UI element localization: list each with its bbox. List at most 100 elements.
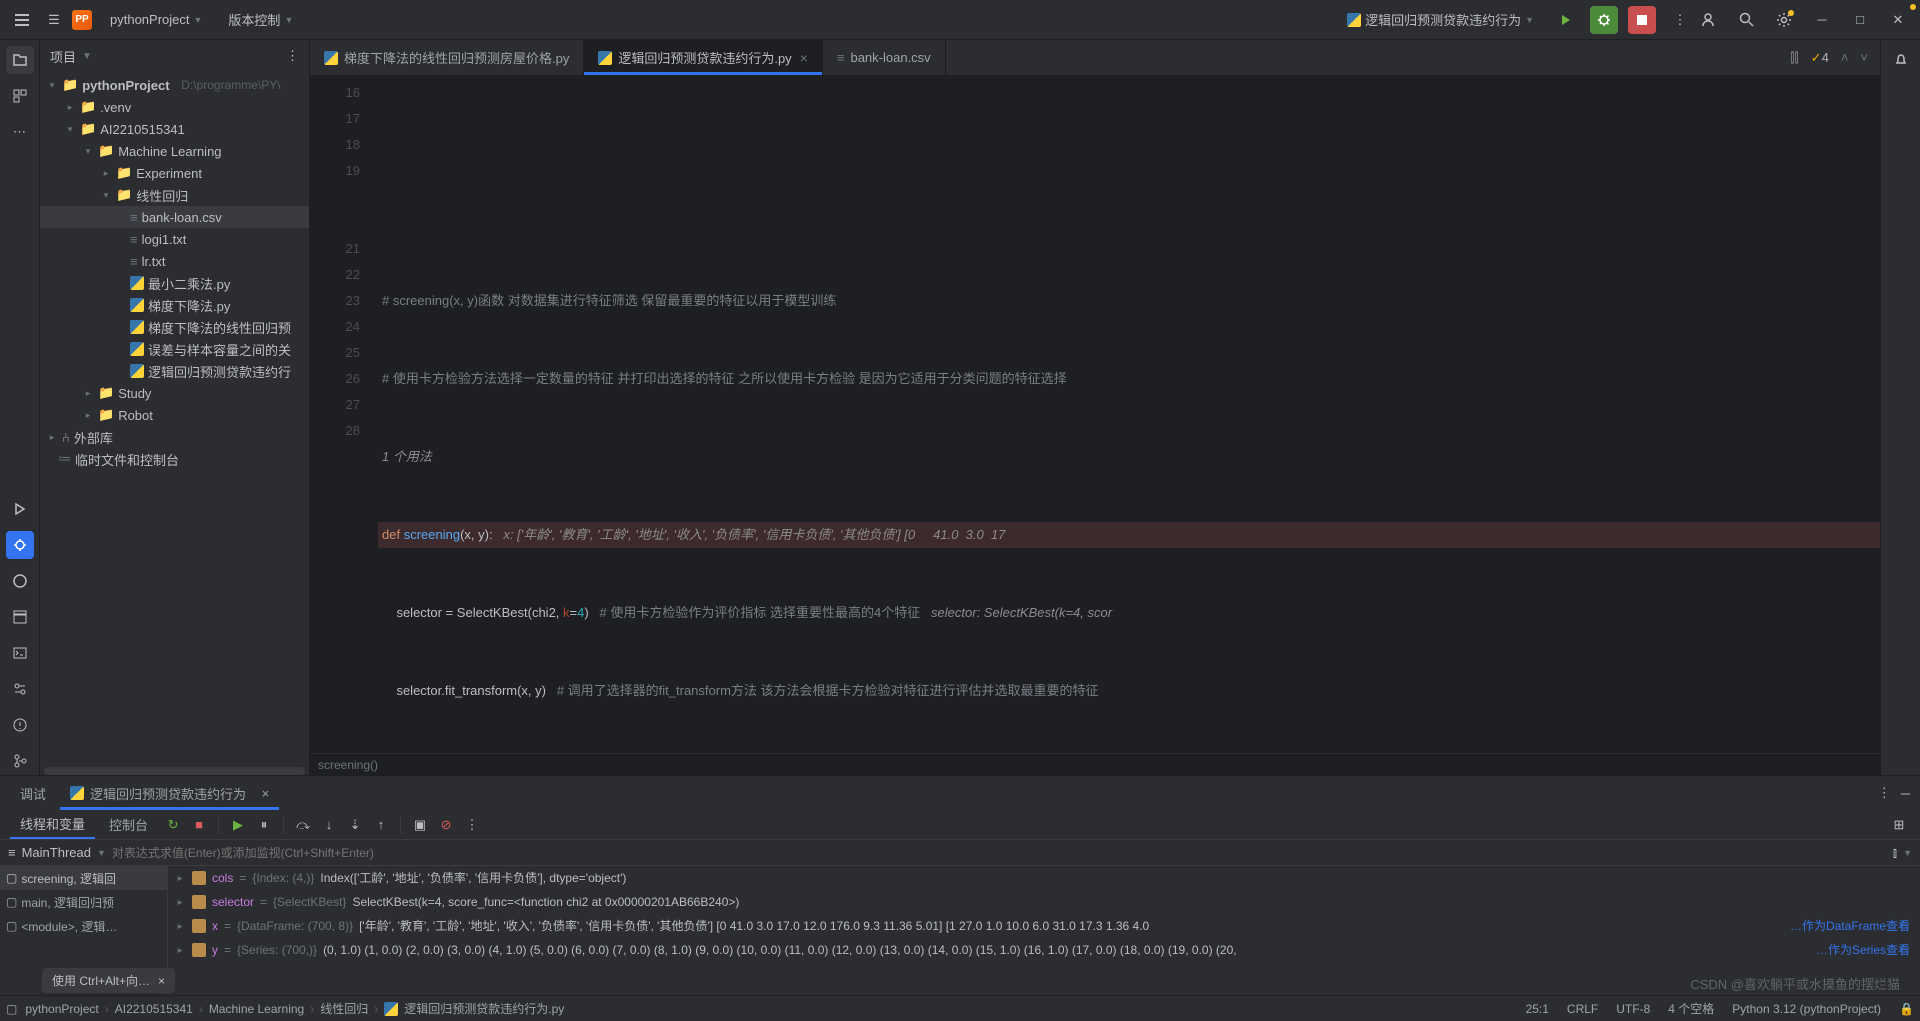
project-selector[interactable]: pythonProject▼ (102, 8, 210, 31)
packages-tool-icon[interactable] (6, 603, 34, 631)
rerun-icon[interactable]: ↻ (162, 814, 184, 836)
tree-venv[interactable]: ▸📁.venv (40, 96, 309, 118)
var-x[interactable]: ▸x = {DataFrame: (700, 8)} ['年龄', '教育', … (168, 914, 1920, 938)
more-icon[interactable]: ⋮ (1878, 785, 1891, 801)
breadcrumb[interactable]: pythonProject› AI2210515341› Machine Lea… (25, 1000, 564, 1017)
lock-icon[interactable]: 🔒 (1899, 1002, 1914, 1016)
tree-ml[interactable]: ▾📁Machine Learning (40, 140, 309, 162)
encoding[interactable]: UTF-8 (1616, 1002, 1650, 1016)
line-sep[interactable]: CRLF (1567, 1002, 1598, 1016)
gutter[interactable]: 16 17 18 19 21 22 23 24 25 26 27 28 (310, 76, 378, 753)
project-tool-icon[interactable] (6, 46, 34, 74)
tree-linreg[interactable]: ▾📁线性回归 (40, 184, 309, 206)
status-chip-icon[interactable]: ▢ (6, 1002, 17, 1016)
run-button[interactable] (1552, 6, 1580, 34)
interpreter[interactable]: Python 3.12 (pythonProject) (1732, 1002, 1881, 1016)
console-tab[interactable]: 控制台 (99, 811, 158, 838)
tab-grad-linreg[interactable]: 梯度下降法的线性回归预测房屋价格.py (310, 40, 584, 75)
var-cols[interactable]: ▸cols = {Index: (4,)} Index(['工龄', '地址',… (168, 866, 1920, 890)
view-dataframe-link[interactable]: …作为DataFrame查看 (1790, 914, 1910, 938)
pause-icon[interactable]: ⏸ (253, 814, 275, 836)
settings-icon[interactable] (1770, 6, 1798, 34)
more-tools-icon[interactable]: ⋯ (6, 118, 34, 146)
code-with-me-icon[interactable] (1694, 6, 1722, 34)
debug-tab-label[interactable]: 调试 (10, 776, 56, 810)
step-into-my-icon[interactable]: ⇣ (344, 814, 366, 836)
debug-tab-file[interactable]: 逻辑回归预测贷款违约行为 × (60, 776, 279, 810)
editor-breadcrumb[interactable]: screening() (310, 753, 1880, 775)
caret-pos[interactable]: 25:1 (1526, 1002, 1549, 1016)
vcs-dropdown[interactable]: 版本控制▼ (220, 6, 301, 33)
python-console-tool-icon[interactable] (6, 567, 34, 595)
run-tool-icon[interactable] (6, 495, 34, 523)
tree-exp[interactable]: ▸📁Experiment (40, 162, 309, 184)
services-tool-icon[interactable] (6, 675, 34, 703)
tree-err[interactable]: 误差与样本容量之间的关 (40, 338, 309, 360)
sidebar-scrollbar[interactable] (44, 767, 305, 775)
layout-icon[interactable]: ⊞ (1888, 814, 1910, 836)
threads-vars-tab[interactable]: 线程和变量 (10, 810, 95, 839)
tree-scratch[interactable]: ≔临时文件和控制台 (40, 448, 309, 470)
tree-gradlin[interactable]: 梯度下降法的线性回归预 (40, 316, 309, 338)
frame-screening[interactable]: ▢ screening, 逻辑回 (0, 866, 167, 890)
sidebar-more-icon[interactable]: ⋮ (286, 48, 299, 64)
view-series-link[interactable]: …作为Series查看 (1816, 938, 1910, 962)
step-over-icon[interactable]: ⤼ (292, 814, 314, 836)
project-tree[interactable]: ▾📁pythonProject D:\programme\PY\ ▸📁.venv… (40, 72, 309, 767)
nav-down-icon[interactable]: ˅ (1860, 50, 1868, 65)
tree-ai[interactable]: ▾📁AI2210515341 (40, 118, 309, 140)
frame-main[interactable]: ▢ main, 逻辑回归预 (0, 890, 167, 914)
structure-tool-icon[interactable] (6, 82, 34, 110)
variables-list[interactable]: ▸cols = {Index: (4,)} Index(['工龄', '地址',… (168, 866, 1920, 995)
close-icon[interactable]: × (158, 974, 165, 988)
tree-extlib[interactable]: ▸⑃外部库 (40, 426, 309, 448)
tab-logic-loan[interactable]: 逻辑回归预测贷款违约行为.py× (584, 40, 823, 75)
hamburger-icon[interactable]: ☰ (46, 12, 62, 28)
chevron-down-icon[interactable]: ▼ (1903, 848, 1912, 858)
tree-logi1[interactable]: ≡logi1.txt (40, 228, 309, 250)
tree-study[interactable]: ▸📁Study (40, 382, 309, 404)
app-menu-icon[interactable] (8, 6, 36, 34)
resume-icon[interactable]: ▶ (227, 814, 249, 836)
nav-up-icon[interactable]: ˄ (1841, 50, 1849, 65)
tab-bank-loan[interactable]: ≡bank-loan.csv (823, 40, 946, 75)
tree-root[interactable]: ▾📁pythonProject D:\programme\PY\ (40, 74, 309, 96)
run-config-selector[interactable]: 逻辑回归预测贷款违约行为▼ (1339, 6, 1542, 33)
minimize-button[interactable]: ─ (1808, 6, 1836, 34)
debug-tool-icon[interactable] (6, 531, 34, 559)
more-icon[interactable]: ⋮ (461, 814, 483, 836)
frame-module[interactable]: ▢ <module>, 逻辑… (0, 914, 167, 938)
close-icon[interactable]: × (262, 786, 270, 801)
terminal-tool-icon[interactable] (6, 639, 34, 667)
filter-icon[interactable]: ⫾ (1893, 845, 1897, 861)
tree-logic[interactable]: 逻辑回归预测贷款违约行 (40, 360, 309, 382)
close-icon[interactable]: × (800, 50, 808, 66)
mute-breakpoints-icon[interactable]: ⊘ (435, 814, 457, 836)
evaluate-icon[interactable]: ▣ (409, 814, 431, 836)
chevron-down-icon[interactable]: ▼ (82, 51, 92, 62)
code-area[interactable]: # screening(x, y)函数 对数据集进行特征筛选 保留最重要的特征以… (378, 76, 1880, 753)
vcs-tool-icon[interactable] (6, 747, 34, 775)
close-button[interactable]: ✕ (1884, 6, 1912, 34)
debug-button[interactable] (1590, 6, 1618, 34)
notifications-icon[interactable] (1887, 46, 1915, 74)
thread-selector[interactable]: ≡ MainThread ▼ ⫾ ▼ (0, 840, 1920, 866)
var-y[interactable]: ▸y = {Series: (700,)} (0, 1.0) (1, 0.0) … (168, 938, 1920, 962)
tree-bankloan[interactable]: ≡bank-loan.csv (40, 206, 309, 228)
maximize-button[interactable]: □ (1846, 6, 1874, 34)
more-actions-button[interactable]: ⋮ (1666, 6, 1694, 34)
tree-robot[interactable]: ▸📁Robot (40, 404, 309, 426)
search-icon[interactable] (1732, 6, 1760, 34)
reader-mode-icon[interactable]: ⫿⫿ (1790, 50, 1798, 66)
tree-least[interactable]: 最小二乘法.py (40, 272, 309, 294)
problems-tool-icon[interactable] (6, 711, 34, 739)
var-selector[interactable]: ▸selector = {SelectKBest} SelectKBest(k=… (168, 890, 1920, 914)
step-into-icon[interactable]: ↓ (318, 814, 340, 836)
watch-input[interactable] (112, 846, 1887, 860)
step-out-icon[interactable]: ↑ (370, 814, 392, 836)
stop-icon[interactable]: ■ (188, 814, 210, 836)
indent[interactable]: 4 个空格 (1668, 1000, 1714, 1017)
code-usage[interactable]: 1 个用法 (378, 444, 1880, 470)
tree-lr[interactable]: ≡lr.txt (40, 250, 309, 272)
stop-button[interactable] (1628, 6, 1656, 34)
